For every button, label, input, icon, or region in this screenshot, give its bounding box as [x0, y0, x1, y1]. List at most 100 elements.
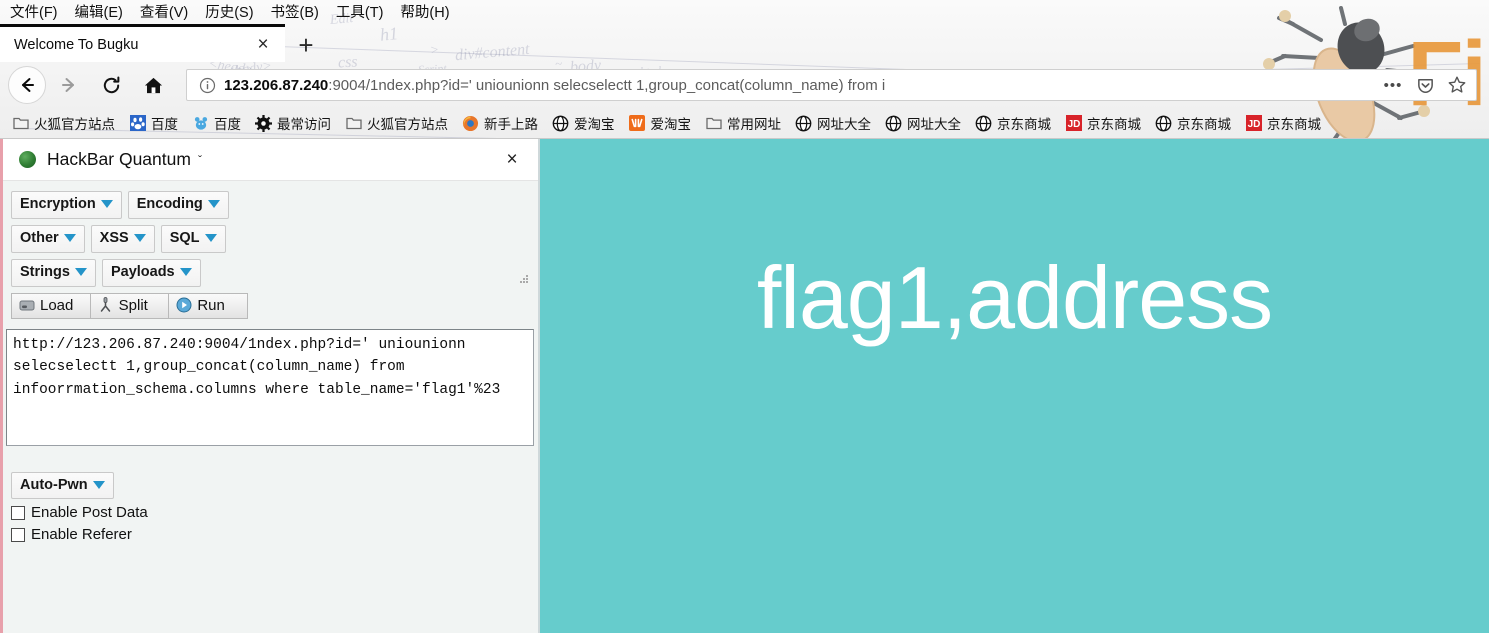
browser-window: Conso Edit h1 > div#content ~ body css S… [0, 0, 1489, 633]
bookmark-label: 常用网址 [727, 117, 781, 132]
tab-title: Welcome To Bugku [14, 36, 139, 53]
url-host: 123.206.87.240 [224, 76, 329, 94]
bookmark-label: 火狐官方站点 [34, 117, 115, 132]
bookmark-item[interactable]: 京东商城 [969, 111, 1057, 135]
url-bar[interactable]: 123.206.87.240:9004/1ndex.php?id=' uniou… [186, 69, 1477, 101]
reload-button[interactable] [92, 66, 130, 104]
bookmark-item[interactable]: 京东商城 [1149, 111, 1237, 135]
run-button[interactable]: Run [169, 292, 249, 319]
svg-text:JD: JD [1067, 119, 1080, 130]
folder-icon [345, 115, 362, 132]
bookmark-item[interactable]: JD 京东商城 [1059, 111, 1147, 135]
strings-button[interactable]: Strings [11, 258, 96, 287]
page-heading: flag1,address [756, 248, 1273, 347]
menu-item-edit[interactable]: 编辑(E) [75, 1, 123, 22]
encoding-button[interactable]: Encoding [127, 191, 229, 219]
hackbar-panel: HackBar Quantum ˇ × Encryption Encoding [0, 139, 540, 633]
home-button[interactable] [134, 66, 172, 104]
tab-active[interactable]: Welcome To Bugku × [0, 24, 285, 62]
folder-icon [705, 115, 722, 132]
bookmark-label: 新手上路 [484, 117, 538, 132]
menu-item-history[interactable]: 历史(S) [205, 1, 253, 22]
bookmark-item[interactable]: 新手上路 [456, 111, 544, 135]
taobao-icon [629, 115, 646, 132]
chevron-down-icon [207, 200, 220, 209]
sql-button[interactable]: SQL [160, 224, 226, 253]
bookmark-label: 火狐官方站点 [367, 117, 448, 132]
split-button[interactable]: Split [90, 292, 170, 319]
menu-bar: 文件(F) 编辑(E) 查看(V) 历史(S) 书签(B) 工具(T) 帮助(H… [0, 0, 1489, 22]
firefox-icon [462, 115, 479, 132]
page-actions-button[interactable]: ••• [1378, 71, 1408, 99]
forward-button[interactable] [50, 66, 88, 104]
bookmark-item[interactable]: 火狐官方站点 [339, 111, 454, 135]
bookmark-label: 爱淘宝 [650, 117, 692, 132]
close-icon[interactable]: × [500, 148, 524, 172]
enable-post-data-checkbox[interactable] [11, 505, 25, 520]
chevron-down-icon [92, 480, 105, 489]
bookmark-item[interactable]: 爱淘宝 [623, 111, 698, 135]
payloads-button[interactable]: Payloads [101, 258, 201, 287]
bookmark-item[interactable]: 爱淘宝 [546, 111, 621, 135]
bookmark-item[interactable]: JD 京东商城 [1239, 111, 1327, 135]
new-tab-button[interactable]: + [287, 28, 325, 62]
bookmark-label: 百度 [214, 117, 241, 132]
load-button[interactable]: Load [12, 292, 91, 319]
bookmark-item[interactable]: 百度 [186, 111, 247, 135]
star-icon[interactable] [1442, 71, 1472, 99]
globe-icon [975, 115, 992, 132]
menu-item-tools[interactable]: 工具(T) [336, 1, 384, 22]
payloads-label: Payloads [110, 263, 175, 280]
tab-strip: Welcome To Bugku × + [0, 22, 1489, 62]
globe-icon [885, 115, 902, 132]
bookmark-item[interactable]: 网址大全 [879, 111, 967, 135]
jd-icon: JD [1245, 115, 1262, 132]
pocket-icon[interactable] [1410, 71, 1440, 99]
hackbar-toolbar: Encryption Encoding Other XSS SQL String… [3, 181, 538, 327]
back-button[interactable] [8, 66, 46, 104]
hackbar-bottom: Auto-Pwn Enable Post Data Enable Referer [3, 446, 538, 543]
close-icon[interactable]: × [251, 33, 275, 57]
baidu-bear-icon [192, 115, 209, 132]
hackbar-button-row-3: Strings Payloads [11, 258, 532, 287]
menu-item-help[interactable]: 帮助(H) [400, 1, 449, 22]
load-icon [18, 297, 35, 313]
load-label: Load [40, 296, 74, 314]
hackbar-button-row-2: Other XSS SQL [11, 224, 532, 253]
bookmark-item[interactable]: 火狐官方站点 [6, 111, 121, 135]
auto-pwn-label: Auto-Pwn [20, 476, 88, 493]
url-textarea[interactable]: http://123.206.87.240:9004/1ndex.php?id=… [6, 328, 534, 446]
jd-icon: JD [1065, 115, 1082, 132]
enable-post-data-row[interactable]: Enable Post Data [11, 504, 538, 521]
chevron-down-icon [74, 268, 87, 277]
navigation-toolbar: 123.206.87.240:9004/1ndex.php?id=' uniou… [0, 62, 1489, 108]
run-icon [175, 297, 192, 313]
menu-item-view[interactable]: 查看(V) [140, 1, 188, 22]
other-button[interactable]: Other [11, 224, 85, 253]
hackbar-action-row: Load Split Run [11, 292, 249, 319]
info-circle-icon[interactable] [197, 75, 217, 95]
bookmark-label: 京东商城 [1087, 117, 1141, 132]
menu-item-bookmarks[interactable]: 书签(B) [271, 1, 319, 22]
chevron-down-icon[interactable]: ˇ [198, 153, 202, 167]
forward-arrow-icon [62, 78, 74, 92]
bookmark-item[interactable]: 常用网址 [699, 111, 787, 135]
bookmark-item[interactable]: 网址大全 [789, 111, 877, 135]
xss-button[interactable]: XSS [90, 224, 155, 253]
hackbar-logo-icon [19, 151, 36, 168]
enable-post-data-label: Enable Post Data [31, 504, 148, 522]
chevron-down-icon [133, 234, 146, 243]
bookmark-label: 京东商城 [997, 117, 1051, 132]
encryption-button[interactable]: Encryption [11, 191, 122, 219]
url-input[interactable]: 123.206.87.240:9004/1ndex.php?id=' uniou… [224, 77, 1378, 94]
enable-referer-row[interactable]: Enable Referer [11, 526, 538, 543]
hackbar-header: HackBar Quantum ˇ × [3, 139, 538, 181]
content-area: HackBar Quantum ˇ × Encryption Encoding [0, 138, 1489, 633]
bookmark-item[interactable]: 最常访问 [249, 111, 337, 135]
menu-item-file[interactable]: 文件(F) [10, 1, 58, 22]
bookmark-label: 网址大全 [907, 117, 961, 132]
enable-referer-checkbox[interactable] [11, 527, 25, 542]
bookmark-item[interactable]: 百度 [123, 111, 184, 135]
bookmark-label: 百度 [151, 117, 178, 132]
auto-pwn-button[interactable]: Auto-Pwn [11, 471, 114, 500]
